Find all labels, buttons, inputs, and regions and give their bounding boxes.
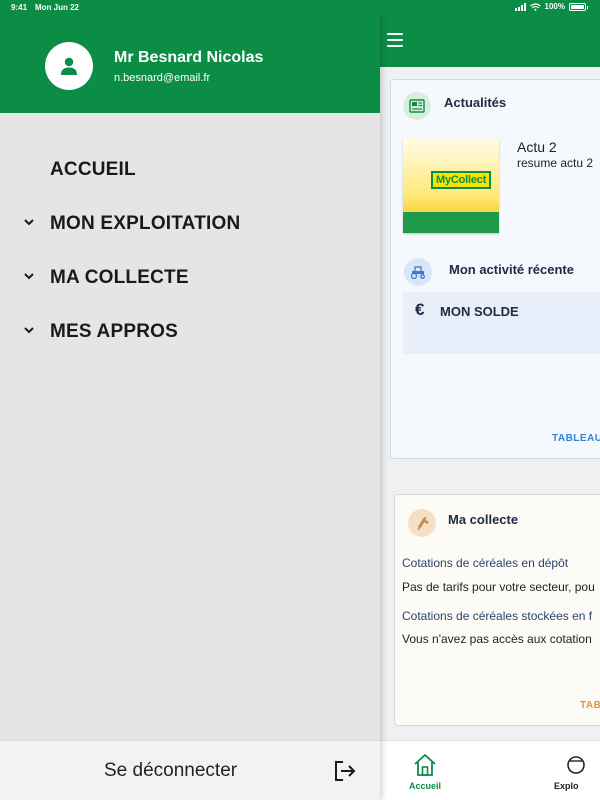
logout-icon (335, 761, 356, 781)
bottom-tab-bar: Accueil Explo (380, 740, 600, 800)
collect-dashboard-link[interactable]: TAB (580, 700, 600, 711)
tab-accueil-label: Accueil (408, 781, 441, 791)
menu-item-label: MON EXPLOITATION (50, 213, 241, 234)
wifi-icon (529, 2, 541, 11)
menu-item-ma-collecte[interactable]: MA COLLECTE (0, 257, 380, 297)
menu-item-label: MES APPROS (50, 321, 178, 342)
menu-item-label: MA COLLECTE (50, 267, 189, 288)
home-icon (414, 754, 436, 776)
avatar[interactable] (45, 42, 93, 90)
drawer-header: Mr Besnard Nicolas n.besnard@email.fr (0, 0, 380, 113)
status-date: Mon Jun 22 (35, 3, 80, 12)
user-name: Mr Besnard Nicolas (114, 49, 264, 66)
menu-item-mes-appros[interactable]: MES APPROS (0, 311, 380, 351)
mycollect-logo: MyCollect (431, 171, 492, 189)
tractor-icon (404, 258, 432, 286)
solde-box[interactable] (403, 292, 600, 354)
hamburger-line (387, 33, 403, 35)
menu-item-accueil[interactable]: ACCUEIL (0, 149, 380, 189)
dashboard-link[interactable]: TABLEAU (552, 433, 600, 444)
tab-exploitation[interactable]: Explo (554, 741, 600, 800)
activity-title: Mon activité récente (449, 262, 574, 277)
logout-button[interactable]: Se déconnecter (0, 740, 380, 800)
navigation-drawer: Mr Besnard Nicolas n.besnard@email.fr AC… (0, 0, 380, 800)
news-thumbnail[interactable]: MyCollect (403, 138, 499, 233)
cellular-signal-icon (514, 2, 526, 11)
euro-icon: € (415, 300, 425, 319)
collect-title: Ma collecte (448, 512, 519, 527)
news-icon (403, 92, 431, 120)
menu-item-mon-exploitation[interactable]: MON EXPLOITATION (0, 203, 380, 243)
hamburger-line (387, 39, 403, 41)
battery-icon (569, 2, 588, 11)
quotes-stored-text: Vous n'avez pas accès aux cotation (402, 632, 592, 646)
hamburger-menu-button[interactable] (387, 33, 403, 47)
exploitation-icon (567, 756, 585, 774)
chevron-down-icon (24, 219, 34, 226)
logout-label: Se déconnecter (104, 760, 238, 781)
status-time: 9:41 (11, 3, 28, 12)
quotes-stored-label: Cotations de céréales stockées en f (402, 609, 593, 623)
menu-item-label: ACCUEIL (50, 159, 136, 180)
chevron-down-icon (24, 327, 34, 334)
wheat-icon (408, 509, 436, 537)
user-icon (61, 57, 77, 75)
quotes-deposit-label: Cotations de céréales en dépôt (402, 556, 569, 570)
hamburger-line (387, 45, 403, 47)
news-item-title[interactable]: Actu 2 (517, 139, 557, 155)
tab-accueil[interactable]: Accueil (380, 741, 470, 800)
chevron-down-icon (24, 273, 34, 280)
status-right: 100% (514, 2, 588, 11)
quotes-deposit-text: Pas de tarifs pour votre secteur, pou (402, 580, 595, 594)
tab-exploitation-label: Explo (554, 781, 579, 791)
battery-percentage: 100% (544, 2, 565, 11)
user-email: n.besnard@email.fr (114, 72, 211, 84)
solde-label: MON SOLDE (440, 304, 519, 319)
status-bar: 9:41 Mon Jun 22 100% (0, 0, 600, 16)
news-item-summary: resume actu 2 (517, 156, 594, 170)
news-title: Actualités (444, 95, 507, 110)
